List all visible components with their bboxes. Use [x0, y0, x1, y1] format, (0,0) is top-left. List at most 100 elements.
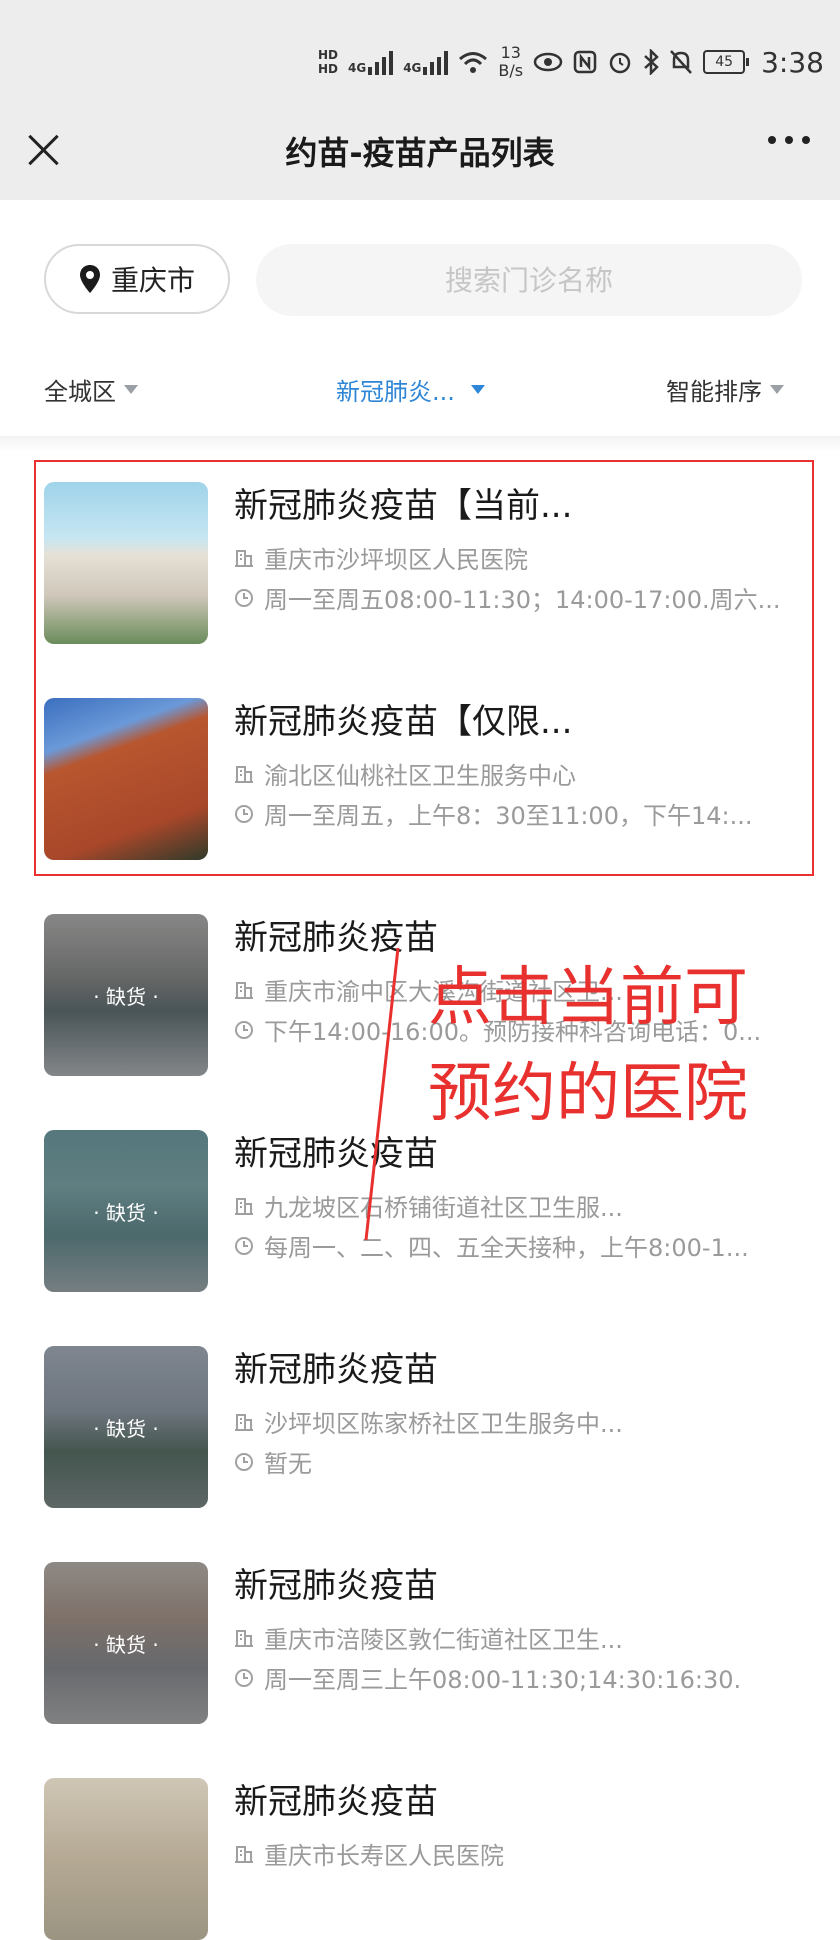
item-title: 新冠肺炎疫苗 — [234, 1134, 438, 1174]
item-hours: 周一至周五08:00-11:30；14:00-17:00.周六... — [234, 580, 781, 615]
building-icon — [235, 1197, 253, 1215]
list-item[interactable]: · 缺货 · 新冠肺炎疫苗 沙坪坝区陈家桥社区卫生服务中... 暂无 — [0, 1324, 840, 1508]
page-title: 约苗-疫苗产品列表 — [285, 134, 555, 172]
clinic-photo — [44, 482, 208, 644]
out-of-stock-badge: · 缺货 · — [44, 914, 208, 1076]
annotation-line-2: 预约的医院 — [428, 1057, 748, 1131]
city-selector[interactable]: 重庆市 — [44, 244, 230, 314]
item-address: 重庆市涪陵区敦仁街道社区卫生... — [234, 1620, 623, 1655]
annotation-text: 点击当前可 预约的医院 — [428, 950, 748, 1142]
building-icon — [235, 981, 253, 999]
clock-icon — [235, 1452, 253, 1471]
out-of-stock-badge: · 缺货 · — [44, 1130, 208, 1292]
item-clinic: 重庆市长寿区人民医院 — [264, 1842, 504, 1870]
bluetooth-icon — [644, 49, 659, 75]
building-icon — [235, 549, 253, 567]
city-label: 重庆市 — [110, 264, 195, 297]
item-hours-text: 暂无 — [264, 1450, 312, 1478]
signal-2-icon: 4G — [403, 49, 449, 75]
item-hours: 周一至周三上午08:00-11:30;14:30:16:30. — [234, 1660, 741, 1695]
clinic-photo: · 缺货 · — [44, 1562, 208, 1724]
item-address: 重庆市沙坪坝区人民医院 — [234, 540, 528, 575]
net-speed: 13 B/s — [498, 44, 523, 80]
eye-icon — [533, 52, 563, 72]
item-hours-text: 每周一、二、四、五全天接种，上午8:00-1... — [264, 1234, 749, 1262]
item-hours: 周一至周五，上午8：30至11:00，下午14:... — [234, 796, 752, 831]
filter-district-label: 全城区 — [44, 378, 116, 406]
item-title: 新冠肺炎疫苗【仅限... — [234, 702, 573, 742]
signal-1-icon: 4G — [348, 49, 394, 75]
clock-icon — [235, 804, 253, 823]
hd-indicators: HD HD — [318, 48, 338, 76]
nfc-icon — [573, 50, 597, 74]
clock-icon — [235, 1668, 253, 1687]
hd-1: HD — [317, 48, 338, 62]
net-speed-unit: B/s — [498, 61, 524, 80]
status-icons: HD HD 4G 4G 13 B/s 45 3:38 — [318, 40, 824, 84]
clock-icon — [235, 588, 253, 607]
bell-muted-icon — [670, 50, 693, 74]
item-title: 新冠肺炎疫苗 — [234, 1350, 438, 1390]
item-title: 新冠肺炎疫苗【当前... — [234, 486, 573, 526]
item-hours-text: 周一至周五，上午8：30至11:00，下午14:... — [264, 802, 753, 830]
list-item[interactable]: 新冠肺炎疫苗【当前... 重庆市沙坪坝区人民医院 周一至周五08:00-11:3… — [0, 460, 840, 644]
caret-down-icon — [124, 385, 138, 394]
dot-icon — [802, 136, 810, 144]
item-address: 渝北区仙桃社区卫生服务中心 — [234, 756, 576, 791]
clock: 3:38 — [761, 45, 824, 79]
filter-bar: 全城区 新冠肺炎... 智能排序 — [0, 360, 840, 420]
clinic-photo: · 缺货 · — [44, 1130, 208, 1292]
building-icon — [235, 1413, 253, 1431]
clinic-photo: · 缺货 · — [44, 914, 208, 1076]
item-address: 重庆市长寿区人民医院 — [234, 1836, 504, 1871]
net-2-label: 4G — [403, 61, 422, 75]
annotation-line-1: 点击当前可 — [428, 961, 748, 1035]
net-1-label: 4G — [348, 61, 367, 75]
battery-icon: 45 — [703, 50, 750, 74]
list-item[interactable]: · 缺货 · 新冠肺炎疫苗 重庆市涪陵区敦仁街道社区卫生... 周一至周三上午0… — [0, 1540, 840, 1724]
location-pin-icon — [79, 265, 100, 293]
item-title: 新冠肺炎疫苗 — [234, 1566, 438, 1606]
clinic-photo — [44, 1778, 208, 1940]
item-hours: 每周一、二、四、五全天接种，上午8:00-1... — [234, 1228, 749, 1263]
item-title: 新冠肺炎疫苗 — [234, 1782, 438, 1822]
item-clinic: 重庆市涪陵区敦仁街道社区卫生... — [264, 1626, 623, 1654]
filter-sort[interactable]: 智能排序 — [666, 372, 784, 407]
item-clinic: 重庆市沙坪坝区人民医院 — [264, 546, 528, 574]
item-hours-text: 周一至周三上午08:00-11:30;14:30:16:30. — [264, 1666, 742, 1694]
building-icon — [235, 1629, 253, 1647]
clock-icon — [235, 1236, 253, 1255]
out-of-stock-badge: · 缺货 · — [44, 1562, 208, 1724]
filter-sort-label: 智能排序 — [666, 378, 762, 406]
search-input[interactable] — [256, 244, 802, 316]
item-hours-text: 周一至周五08:00-11:30；14:00-17:00.周六... — [264, 586, 781, 614]
dot-icon — [768, 136, 776, 144]
net-speed-value: 13 — [500, 43, 521, 62]
clock-icon — [235, 1020, 253, 1039]
list-item[interactable]: 新冠肺炎疫苗【仅限... 渝北区仙桃社区卫生服务中心 周一至周五，上午8：30至… — [0, 676, 840, 860]
wifi-icon — [459, 52, 488, 73]
item-clinic: 九龙坡区石桥铺街道社区卫生服... — [264, 1194, 623, 1222]
filter-vaccine[interactable]: 新冠肺炎... — [336, 372, 485, 407]
filter-district[interactable]: 全城区 — [44, 372, 138, 407]
hd-2: HD — [317, 62, 338, 76]
item-address: 沙坪坝区陈家桥社区卫生服务中... — [234, 1404, 623, 1439]
filter-vaccine-label: 新冠肺炎... — [336, 378, 455, 406]
item-title: 新冠肺炎疫苗 — [234, 918, 438, 958]
alarm-icon — [609, 52, 631, 74]
item-clinic: 渝北区仙桃社区卫生服务中心 — [264, 762, 576, 790]
caret-down-icon — [470, 385, 485, 394]
dot-icon — [785, 136, 793, 144]
more-options-button[interactable] — [768, 136, 810, 144]
divider — [0, 436, 840, 452]
item-hours: 暂无 — [234, 1444, 312, 1479]
out-of-stock-badge: · 缺货 · — [44, 1346, 208, 1508]
building-icon — [235, 765, 253, 783]
clinic-photo — [44, 698, 208, 860]
list-item[interactable]: 新冠肺炎疫苗 重庆市长寿区人民医院 — [0, 1756, 840, 1940]
item-clinic: 沙坪坝区陈家桥社区卫生服务中... — [264, 1410, 623, 1438]
item-address: 九龙坡区石桥铺街道社区卫生服... — [234, 1188, 623, 1223]
clinic-photo: · 缺货 · — [44, 1346, 208, 1508]
caret-down-icon — [770, 385, 784, 394]
nav-bar: 约苗-疫苗产品列表 — [0, 100, 840, 200]
